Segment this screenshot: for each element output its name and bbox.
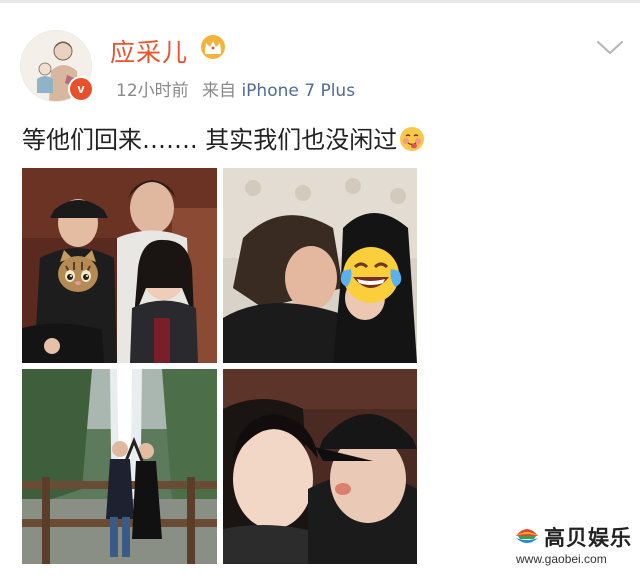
post-photo-4[interactable] bbox=[223, 369, 417, 564]
watermark-url: www.gaobei.com bbox=[516, 552, 607, 566]
top-border bbox=[0, 0, 640, 3]
source-device-link[interactable]: iPhone 7 Plus bbox=[241, 81, 355, 101]
post-text: 等他们回来……. 其实我们也没闲过 bbox=[22, 120, 425, 155]
username[interactable]: 应采儿 bbox=[110, 33, 188, 69]
post-meta: 12小时前 来自 iPhone 7 Plus bbox=[116, 76, 355, 101]
watermark-title: 高贝娱乐 bbox=[544, 525, 632, 550]
watermark: 高贝娱乐 www.gaobei.com bbox=[514, 522, 632, 568]
post-photo-1[interactable] bbox=[22, 168, 217, 363]
cat-face-emoji bbox=[58, 250, 98, 292]
chevron-down-icon[interactable] bbox=[596, 38, 624, 56]
tears-of-joy-emoji bbox=[340, 247, 402, 303]
gaobei-logo-icon bbox=[516, 529, 538, 543]
source-prefix: 来自 bbox=[202, 81, 237, 101]
post-time[interactable]: 12小时前 bbox=[116, 81, 189, 101]
post-photo-3[interactable] bbox=[22, 369, 217, 564]
tongue-blush-emoji bbox=[400, 127, 425, 151]
post-body: 等他们回来……. 其实我们也没闲过 bbox=[22, 126, 398, 154]
verified-badge: v bbox=[68, 76, 94, 102]
post-photo-2[interactable] bbox=[223, 168, 417, 363]
crown-icon bbox=[201, 35, 225, 59]
